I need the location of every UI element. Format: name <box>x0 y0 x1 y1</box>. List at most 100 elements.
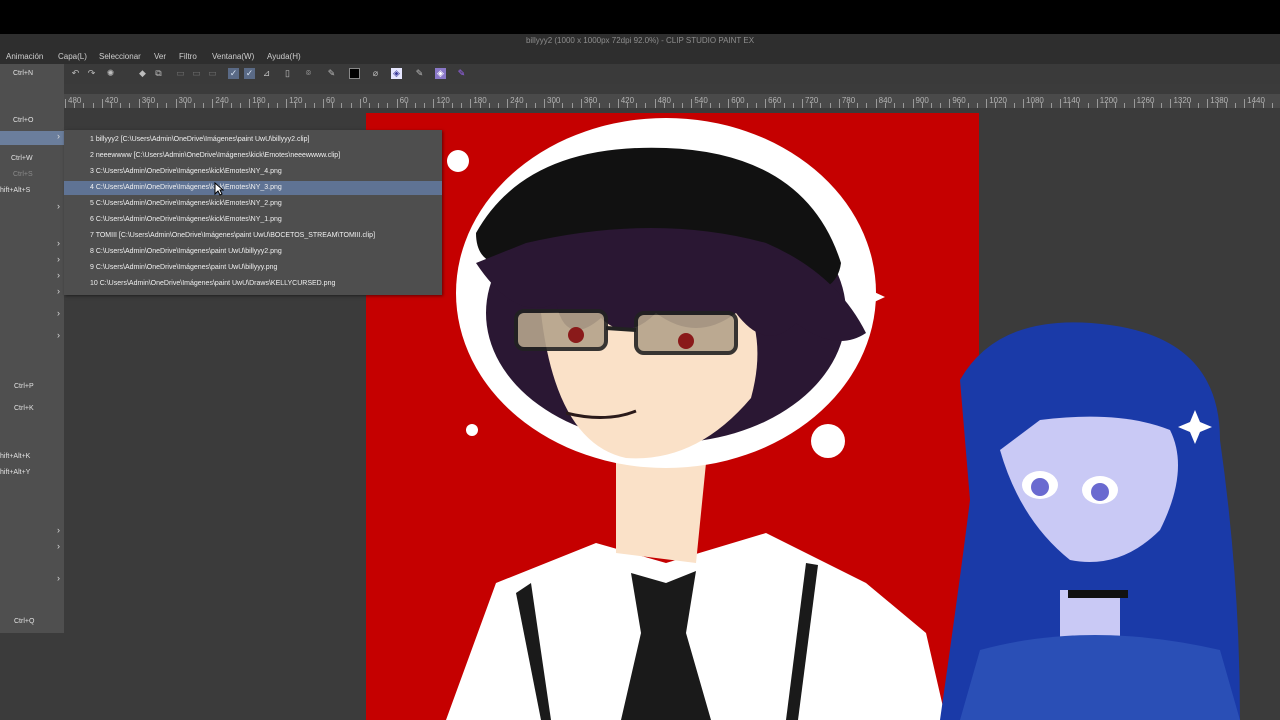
ruler-tick <box>571 103 573 108</box>
chevron-right-icon: › <box>57 525 60 535</box>
ruler-tick <box>83 103 85 108</box>
drawing-canvas[interactable] <box>366 113 979 720</box>
fill-icon[interactable]: ◆ <box>137 68 148 79</box>
ruler-tick <box>120 103 122 108</box>
eraser-icon[interactable]: ⌀ <box>370 68 381 79</box>
mouse-cursor-icon <box>214 182 224 196</box>
recent-file-item[interactable]: 1 billyyy2 [C:\Users\Admin\OneDrive\Imág… <box>64 133 442 147</box>
redo-icon[interactable]: ↷ <box>86 68 97 79</box>
menu-export-single[interactable]: › <box>0 270 64 284</box>
ruler-tick <box>783 103 785 108</box>
menu-export-multiple[interactable]: › <box>0 286 64 300</box>
color-swatch-icon[interactable] <box>349 68 360 79</box>
ruler-tick <box>304 103 306 108</box>
select-icon[interactable]: ▭ <box>207 68 218 79</box>
menu-import[interactable]: › <box>0 254 64 268</box>
ruler-tick <box>626 103 628 108</box>
recent-file-item[interactable]: 8 C:\Users\Admin\OneDrive\Imágenes\paint… <box>64 245 442 259</box>
recent-file-item[interactable]: 2 neeewwww [C:\Users\Admin\OneDrive\Imág… <box>64 149 442 163</box>
recent-file-item[interactable]: 6 C:\Users\Admin\OneDrive\Imágenes\kick\… <box>64 213 442 227</box>
menu-animacion[interactable]: Animación <box>6 52 43 61</box>
transform-layer-icon[interactable]: ◈ <box>435 68 446 79</box>
ruler-tick <box>359 99 361 108</box>
hide-icon[interactable]: ▭ <box>175 68 186 79</box>
menu-export-k[interactable]: hift+Alt+K <box>0 451 64 465</box>
pen-icon[interactable]: ✓ <box>228 68 239 79</box>
ruler-tick <box>875 99 877 108</box>
settings-icon[interactable]: ⌾ <box>303 68 314 79</box>
loading-icon[interactable]: ✺ <box>105 68 116 79</box>
ruler-tick <box>1041 103 1043 108</box>
ruler-tick <box>1225 103 1227 108</box>
recent-file-item[interactable]: 10 C:\Users\Admin\OneDrive\Imágenes\pain… <box>64 277 442 291</box>
ruler-tick <box>1032 103 1034 108</box>
menu-print[interactable]: Ctrl+P <box>0 381 64 395</box>
menu-save[interactable]: Ctrl+S <box>0 169 64 183</box>
clear-icon[interactable]: ▭ <box>191 68 202 79</box>
menu-new[interactable]: Ctrl+N <box>0 68 64 82</box>
menu-open[interactable]: Ctrl+O <box>0 115 64 129</box>
transform-icon[interactable]: ⧉ <box>153 68 164 79</box>
menu-revert[interactable]: › <box>0 238 64 252</box>
menu-preferences[interactable]: › <box>0 573 64 587</box>
ruler-tick <box>415 103 417 108</box>
menu-ventana[interactable]: Ventana(W) <box>212 52 254 61</box>
ruler-tick <box>405 103 407 108</box>
recent-file-label: 6 C:\Users\Admin\OneDrive\Imágenes\kick\… <box>90 216 282 223</box>
ruler-tick <box>138 99 140 108</box>
menu-open-recent[interactable]: › <box>0 131 64 145</box>
ruler-tick <box>534 103 536 108</box>
title-bar: billyyy2 (1000 x 1000px 72dpi 92.0%) - C… <box>0 34 1280 49</box>
ruler-tick <box>212 99 214 108</box>
ruler-tick <box>166 103 168 108</box>
ruler-tick <box>1115 103 1117 108</box>
menu-ayuda[interactable]: Ayuda(H) <box>267 52 301 61</box>
menu-close[interactable]: Ctrl+W <box>0 153 64 167</box>
recent-file-item[interactable]: 9 C:\Users\Admin\OneDrive\Imágenes\paint… <box>64 261 442 275</box>
ruler-tick <box>1207 99 1209 108</box>
rotate-icon[interactable]: ◈ <box>391 68 402 79</box>
ruler-tick <box>378 103 380 108</box>
pen-purple-icon[interactable]: ✎ <box>456 68 467 79</box>
menu-settings[interactable]: › <box>0 541 64 555</box>
menu-batch[interactable]: › <box>0 330 64 344</box>
ruler-icon[interactable]: ✓ <box>244 68 255 79</box>
menu-seleccionar[interactable]: Seleccionar <box>99 52 141 61</box>
ruler-tick <box>921 103 923 108</box>
menu-share[interactable]: › <box>0 525 64 539</box>
ruler-tick <box>507 99 509 108</box>
recent-file-item[interactable]: 5 C:\Users\Admin\OneDrive\Imágenes\kick\… <box>64 197 442 211</box>
undo-icon[interactable]: ↶ <box>70 68 81 79</box>
menu-export-animation[interactable]: › <box>0 308 64 322</box>
menu-print-setup[interactable]: Ctrl+K <box>0 403 64 417</box>
recent-file-item[interactable]: 4 C:\Users\Admin\OneDrive\Imágenes\kick\… <box>64 181 442 195</box>
layer-icon[interactable]: ✎ <box>414 68 425 79</box>
ruler-tick <box>755 103 757 108</box>
menu-filtro[interactable]: Filtro <box>179 52 197 61</box>
menu-ver[interactable]: Ver <box>154 52 166 61</box>
ruler-tick <box>369 103 370 108</box>
ruler-tick <box>700 103 702 108</box>
menu-save-copy[interactable]: › <box>0 201 64 215</box>
ruler-tick <box>838 99 840 108</box>
recent-file-label: 1 billyyy2 [C:\Users\Admin\OneDrive\Imág… <box>90 136 310 143</box>
ruler-tick <box>65 99 66 108</box>
ruler-label: 60 <box>325 96 335 105</box>
recent-file-item[interactable]: 3 C:\Users\Admin\OneDrive\Imágenes\kick\… <box>64 165 442 179</box>
ruler-tick <box>129 103 131 108</box>
menu-capa[interactable]: Capa(L) <box>58 52 87 61</box>
ruler-tick <box>1216 103 1218 108</box>
eyedropper-icon[interactable]: ⊿ <box>261 68 272 79</box>
ruler-tick <box>470 99 472 108</box>
chevron-right-icon: › <box>57 238 60 248</box>
menu-export-y[interactable]: hift+Alt+Y <box>0 467 64 481</box>
chevron-right-icon: › <box>57 131 60 141</box>
ruler-tick <box>544 99 546 108</box>
recent-file-item[interactable]: 7 TOMIII [C:\Users\Admin\OneDrive\Imágen… <box>64 229 442 243</box>
menu-quit[interactable]: Ctrl+Q <box>0 616 64 630</box>
dropper-icon[interactable]: ✎ <box>326 68 337 79</box>
ruler-tick <box>977 103 978 108</box>
ruler-tick <box>350 103 352 108</box>
menu-save-as[interactable]: hift+Alt+S <box>0 185 64 199</box>
brush-icon[interactable]: ▯ <box>282 68 293 79</box>
